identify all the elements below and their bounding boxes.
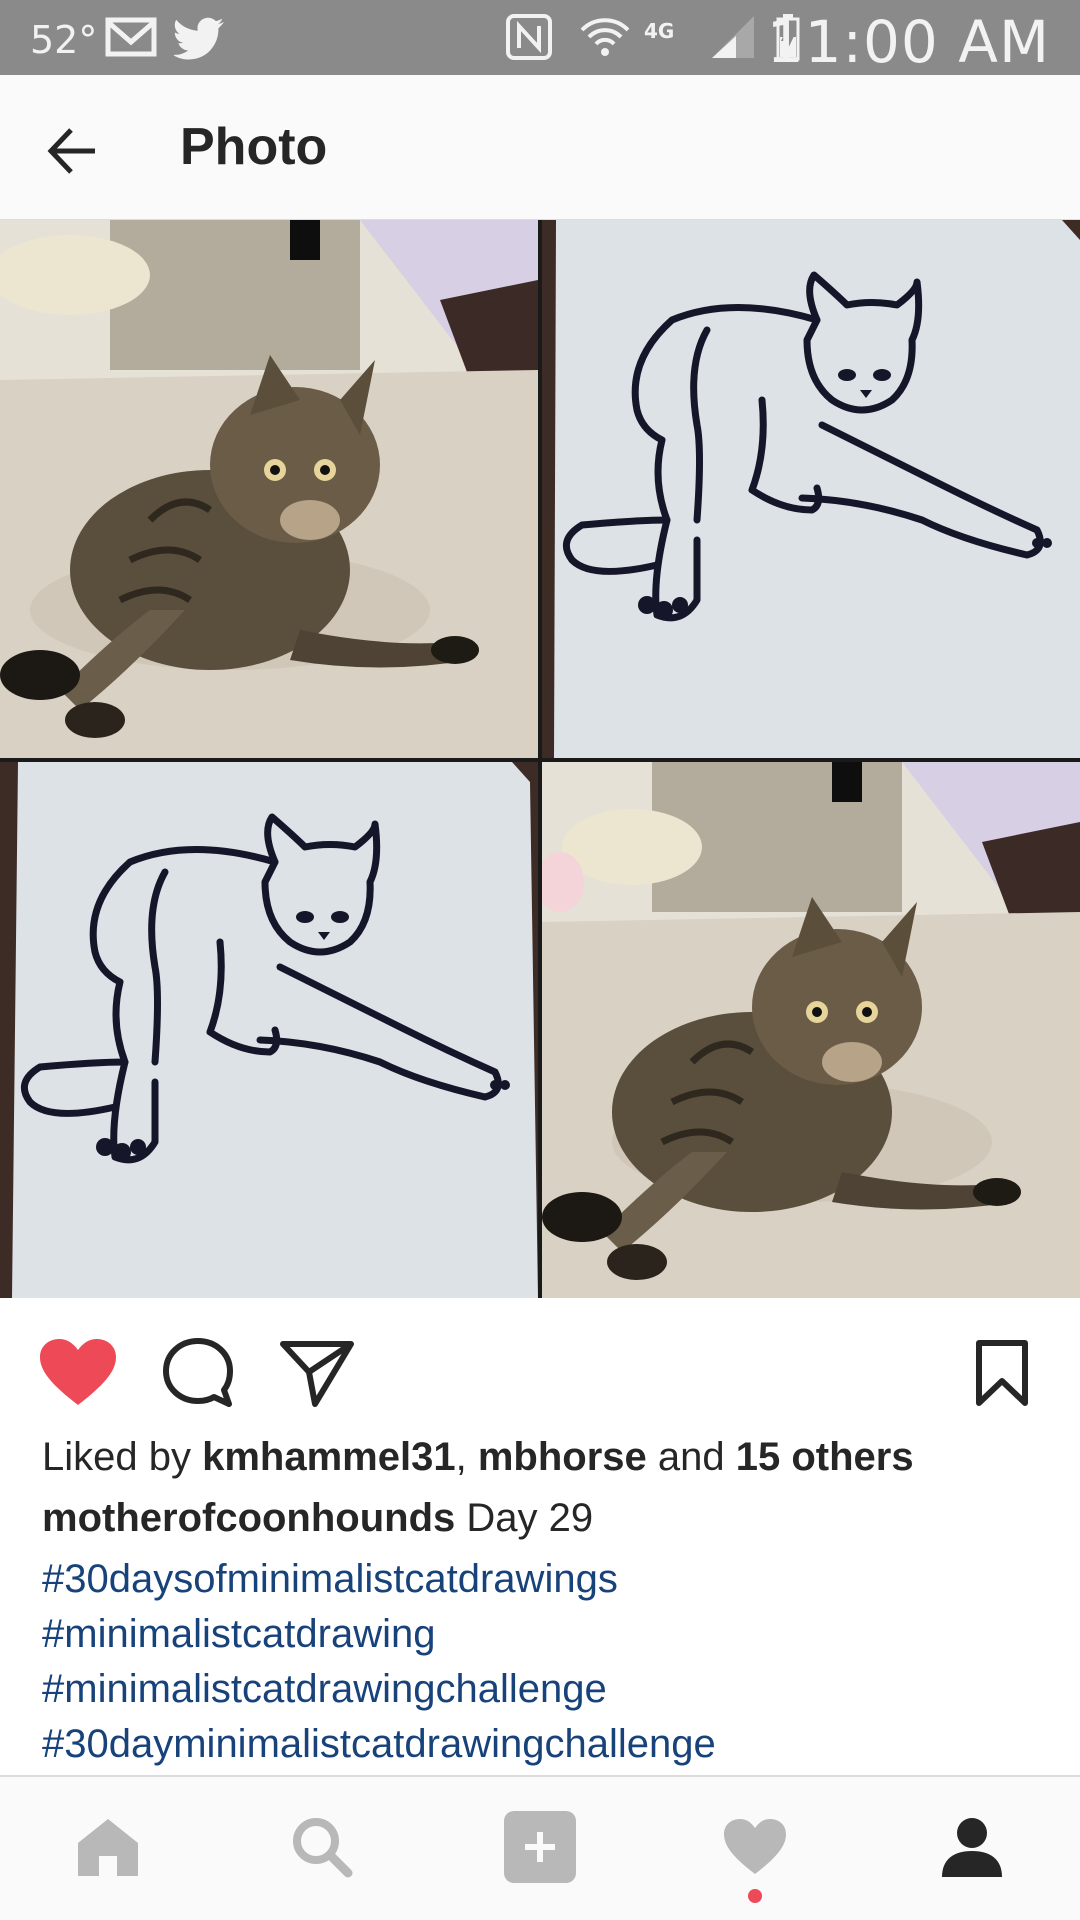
cat-photo-panel [0,220,538,758]
cat-drawing-image [0,762,538,1298]
nfc-icon [506,14,552,60]
save-button[interactable] [957,1328,1047,1418]
likes-connector: and [646,1435,736,1479]
hashtag-link[interactable]: #30daysofminimalistcatdrawings [42,1552,716,1607]
wifi-icon [580,18,630,56]
search-icon [293,1818,353,1878]
like-button[interactable] [33,1328,123,1418]
nav-search[interactable] [272,1797,372,1897]
clock: 11:00 AM [766,8,1050,76]
hashtag-list: #30daysofminimalistcatdrawings #minimali… [42,1552,716,1772]
post-photo[interactable] [0,220,1080,1298]
caption-username[interactable]: motherofcoonhounds [42,1496,455,1540]
cat-photo-image [542,762,1080,1298]
activity-notification-dot [748,1889,762,1903]
hashtag-link[interactable]: #minimalistcatdrawingchallenge [42,1662,716,1717]
cat-photo-image [0,220,538,758]
add-icon [504,1811,576,1883]
comment-icon [163,1338,233,1407]
svg-text:4G: 4G [644,19,674,43]
back-button[interactable] [36,115,108,187]
profile-icon [942,1818,1002,1877]
home-icon [78,1819,138,1876]
arrow-left-icon [47,128,95,174]
twitter-icon [174,17,224,60]
nav-profile[interactable] [922,1797,1022,1897]
share-icon [280,1341,354,1407]
gmail-icon [105,17,157,57]
status-bar: 52° 4G 11:00 AM [0,0,1080,76]
post-caption: motherofcoonhounds Day 29 [42,1496,593,1541]
lte-icon: 4G [644,19,674,43]
likes-prefix: Liked by [42,1435,203,1479]
liker-username[interactable]: mbhorse [478,1435,647,1479]
liker-username[interactable]: kmhammel31 [202,1435,455,1479]
cat-drawing-panel [0,762,538,1298]
activity-icon [724,1819,786,1874]
hashtag-link[interactable]: #minimalistcatdrawing [42,1607,716,1662]
caption-text: Day 29 [455,1496,594,1540]
cat-photo-panel [542,762,1080,1298]
temperature: 52° [30,18,98,62]
cat-drawing-image [542,220,1080,758]
likes-others-link[interactable]: 15 others [736,1435,914,1479]
nav-home[interactable] [58,1797,158,1897]
nav-add[interactable] [490,1797,590,1897]
nav-activity[interactable] [705,1797,805,1897]
cat-drawing-panel [542,220,1080,758]
app-bar: Photo [0,75,1080,220]
comment-button[interactable] [153,1328,243,1418]
hashtag-link[interactable]: #30dayminimalistcatdrawingchallenge [42,1717,716,1772]
signal-icon [712,16,754,58]
page-title: Photo [180,118,328,176]
share-button[interactable] [272,1328,362,1418]
post-actions [0,1298,1080,1438]
bottom-navigation [0,1775,1080,1920]
likes-summary: Liked by kmhammel31, mbhorse and 15 othe… [42,1435,914,1480]
heart-filled-icon [40,1339,116,1405]
bookmark-icon [976,1340,1028,1406]
likes-separator: , [455,1435,478,1479]
